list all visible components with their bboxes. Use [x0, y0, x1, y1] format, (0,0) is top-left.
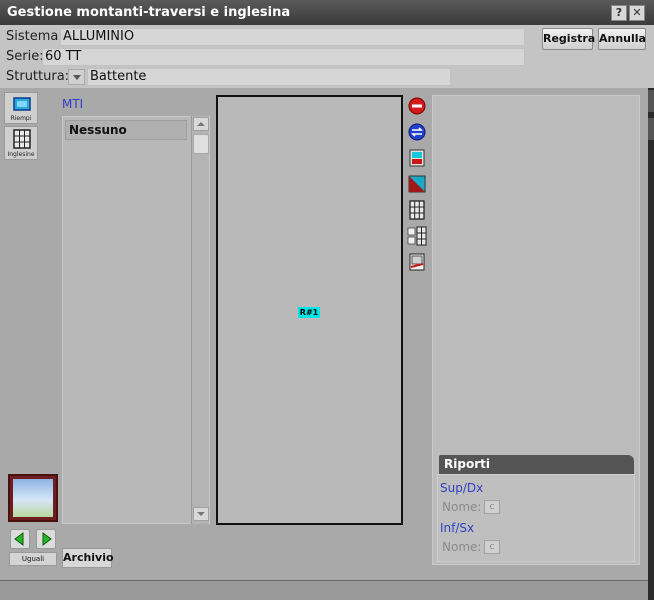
titlebar: Gestione montanti-traversi e inglesina ?…: [0, 0, 654, 25]
list-item[interactable]: Nessuno: [65, 120, 187, 140]
delete-icon[interactable]: [407, 96, 427, 116]
mti-label: MTI: [62, 97, 84, 111]
arrow-left-icon: [14, 532, 24, 546]
inglesine-tool-button[interactable]: Inglesine: [4, 126, 38, 160]
main-window: Gestione montanti-traversi e inglesina ?…: [0, 0, 654, 600]
arrow-right-icon: [42, 532, 52, 546]
nome-label-inf: Nome:: [442, 540, 482, 554]
scroll-thumb[interactable]: [193, 134, 209, 154]
inglesine-label: Inglesine: [7, 151, 35, 158]
nome-label-sup: Nome:: [442, 500, 482, 514]
preview-thumbnail[interactable]: [8, 474, 58, 522]
mti-list: [62, 116, 210, 524]
riporti-header: Riporti: [439, 455, 634, 474]
previous-button[interactable]: [10, 529, 30, 549]
on-off-grid-icon[interactable]: [407, 226, 427, 246]
annulla-button[interactable]: Annulla: [598, 28, 646, 50]
close-button[interactable]: ✕: [629, 5, 645, 21]
struttura-dropdown-arrow[interactable]: [68, 69, 85, 85]
diagonal-icon[interactable]: [407, 174, 427, 194]
riempi-tool-button[interactable]: Riempi: [4, 92, 38, 124]
edit-frame-icon[interactable]: [407, 252, 427, 272]
struttura-field[interactable]: Battente: [87, 68, 451, 86]
inf-c-button[interactable]: c: [484, 540, 500, 554]
swap-icon[interactable]: [407, 122, 427, 142]
next-button[interactable]: [36, 529, 56, 549]
serie-label: Serie:: [6, 49, 44, 64]
sup-dx-label: Sup/Dx: [440, 481, 484, 495]
window-title: Gestione montanti-traversi e inglesina: [7, 5, 291, 20]
chevron-up-icon: [197, 122, 205, 126]
split-vertical-icon[interactable]: [407, 148, 427, 168]
inf-sx-label: Inf/Sx: [440, 521, 475, 535]
sistema-label: Sistema:: [6, 29, 63, 44]
status-bar: [0, 580, 654, 600]
uguali-button[interactable]: Uguali: [9, 552, 57, 566]
sup-c-button[interactable]: c: [484, 500, 500, 514]
chevron-down-icon: [197, 512, 205, 516]
serie-field[interactable]: 60 TT: [42, 48, 525, 66]
mti-scrollbar[interactable]: [191, 116, 209, 524]
scroll-down-button[interactable]: [193, 507, 209, 521]
riempi-label: Riempi: [10, 115, 32, 122]
registra-button[interactable]: Registra: [542, 28, 595, 50]
archivio-button[interactable]: Archivio: [62, 548, 114, 568]
scroll-up-button[interactable]: [193, 117, 209, 131]
help-button[interactable]: ?: [611, 5, 627, 21]
region-label[interactable]: R#1: [298, 307, 320, 318]
grid-icon[interactable]: [407, 200, 427, 220]
sistema-field[interactable]: ALLUMINIO: [60, 28, 525, 46]
right-edge: [648, 88, 654, 600]
struttura-label: Struttura:: [6, 69, 70, 84]
fill-icon: [13, 97, 31, 111]
grid-icon: [13, 129, 31, 149]
